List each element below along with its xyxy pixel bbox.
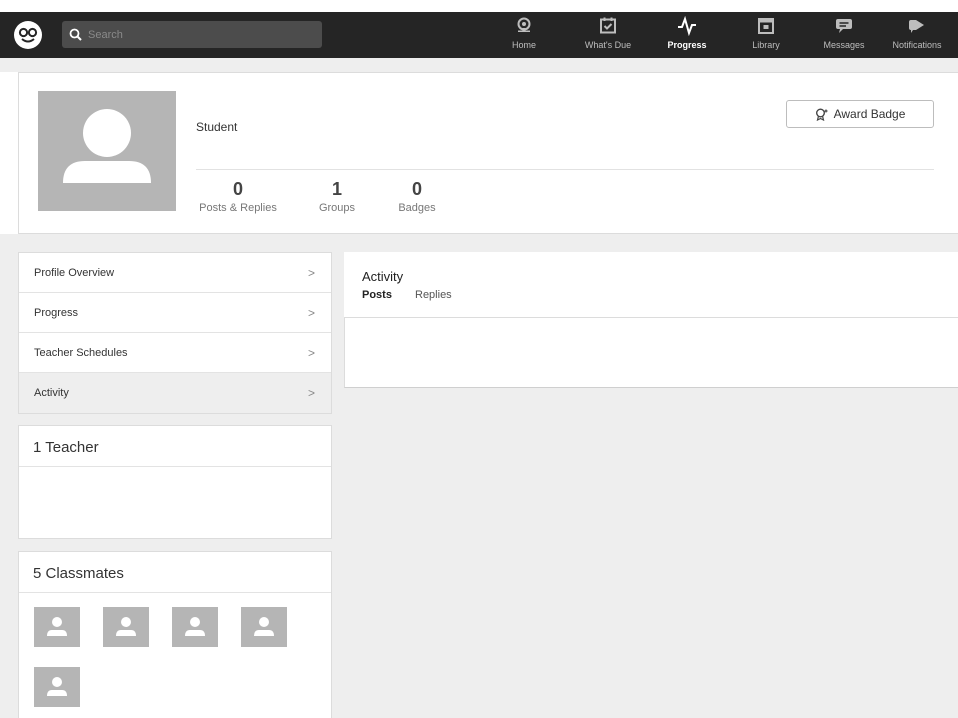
top-nav-bar: Home What's Due Progress Library xyxy=(0,12,958,58)
classmate-avatar[interactable] xyxy=(172,607,218,647)
pulse-icon xyxy=(678,16,696,36)
section-gap xyxy=(0,234,958,252)
menu-item-label: Activity xyxy=(34,387,69,399)
chevron-right-icon: > xyxy=(307,386,315,400)
award-badge-label: Award Badge xyxy=(833,107,906,121)
chevron-right-icon: > xyxy=(307,266,315,280)
stat-badges[interactable]: 0 Badges xyxy=(392,179,442,214)
award-badge-button[interactable]: Award Badge xyxy=(786,100,934,128)
nav-library-label: Library xyxy=(752,40,780,50)
stat-groups-value: 1 xyxy=(331,179,342,199)
nav-notifications[interactable]: Notifications xyxy=(878,16,956,56)
search-icon xyxy=(69,28,82,41)
user-silhouette-icon xyxy=(47,617,67,636)
profile-card: Student Award Badge 0 Posts & Replies 1 … xyxy=(18,72,958,234)
nav-messages-label: Messages xyxy=(823,40,865,50)
nav-home[interactable]: Home xyxy=(502,16,546,56)
user-silhouette-icon xyxy=(116,617,136,636)
teachers-title: 1 Teacher xyxy=(19,426,331,467)
tab-replies[interactable]: Replies xyxy=(415,289,452,301)
nav-progress-label: Progress xyxy=(667,40,707,50)
stat-posts-label: Posts & Replies xyxy=(199,202,277,214)
menu-item-label: Teacher Schedules xyxy=(34,347,128,359)
user-silhouette-icon xyxy=(47,677,67,696)
stat-groups-label: Groups xyxy=(318,202,356,214)
menu-item-label: Profile Overview xyxy=(34,267,115,279)
badge-icon xyxy=(815,108,828,121)
classmate-avatar[interactable] xyxy=(241,607,287,647)
profile-menu: Profile Overview > Progress > Teacher Sc… xyxy=(18,252,332,414)
user-silhouette-icon xyxy=(63,109,151,183)
search-box[interactable] xyxy=(62,21,322,48)
nav-library[interactable]: Library xyxy=(744,16,788,56)
menu-item-activity[interactable]: Activity > xyxy=(19,373,331,413)
app-frame: Home What's Due Progress Library xyxy=(0,0,958,718)
nav-home-label: Home xyxy=(511,40,536,50)
chevron-right-icon: > xyxy=(307,306,315,320)
activity-feed xyxy=(344,318,958,388)
logo-icon[interactable] xyxy=(13,20,43,50)
chevron-right-icon: > xyxy=(307,346,315,360)
menu-item-profile-overview[interactable]: Profile Overview > xyxy=(19,253,331,293)
activity-title: Activity xyxy=(362,269,404,284)
left-column: Profile Overview > Progress > Teacher Sc… xyxy=(0,252,344,718)
tab-posts[interactable]: Posts xyxy=(362,289,392,301)
stat-badges-label: Badges xyxy=(398,202,436,214)
stat-groups[interactable]: 1 Groups xyxy=(315,179,359,214)
stat-posts-value: 0 xyxy=(232,179,243,199)
message-icon xyxy=(836,19,852,33)
stat-badges-value: 0 xyxy=(411,179,422,199)
nav-whats-due[interactable]: What's Due xyxy=(576,16,640,56)
profile-divider xyxy=(196,169,934,170)
classmate-avatar[interactable] xyxy=(103,607,149,647)
classmate-avatar[interactable] xyxy=(34,667,80,707)
avatar xyxy=(38,91,176,211)
activity-header: Activity Posts Replies xyxy=(344,252,958,318)
user-silhouette-icon xyxy=(254,617,274,636)
activity-background xyxy=(344,388,958,718)
nav-progress[interactable]: Progress xyxy=(662,16,712,56)
library-icon xyxy=(758,18,774,34)
search-input[interactable] xyxy=(88,21,316,48)
header-gap xyxy=(0,58,958,72)
nav-messages[interactable]: Messages xyxy=(814,16,874,56)
calendar-check-icon xyxy=(600,17,616,34)
menu-item-teacher-schedules[interactable]: Teacher Schedules > xyxy=(19,333,331,373)
menu-item-progress[interactable]: Progress > xyxy=(19,293,331,333)
nav-notifications-label: Notifications xyxy=(892,40,942,50)
teachers-panel: 1 Teacher xyxy=(18,425,332,539)
user-silhouette-icon xyxy=(185,617,205,636)
profile-role: Student xyxy=(196,120,238,134)
home-icon xyxy=(517,17,531,32)
megaphone-icon xyxy=(909,20,924,33)
classmate-avatar[interactable] xyxy=(34,607,80,647)
classmates-panel: 5 Classmates xyxy=(18,551,332,718)
nav-whats-due-label: What's Due xyxy=(584,40,632,50)
menu-item-label: Progress xyxy=(34,307,79,319)
stat-posts-replies[interactable]: 0 Posts & Replies xyxy=(195,179,281,214)
classmates-title: 5 Classmates xyxy=(19,552,331,593)
